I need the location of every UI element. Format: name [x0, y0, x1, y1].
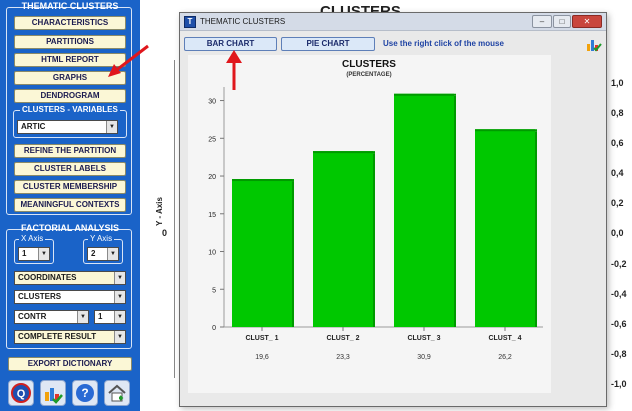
bar-chart-area[interactable]: CLUSTERS (PERCENTAGE) 0 5 10 15 20 25 30 CLUST_ 1…	[188, 55, 551, 393]
background-tick-label: 0,8	[611, 108, 624, 118]
clusters-value: CLUSTERS	[18, 292, 62, 301]
bar-shadow	[292, 181, 294, 327]
cluster-membership-button[interactable]: CLUSTER MEMBERSHIP	[14, 180, 126, 194]
y-axis-select[interactable]: 2 ▼	[87, 247, 119, 261]
x-tick-label: CLUST_ 4	[488, 335, 521, 342]
maximize-button[interactable]: □	[553, 15, 571, 28]
bar-top-edge	[232, 179, 294, 182]
y-tick-label: 10	[208, 250, 216, 257]
x-tick-label: CLUST_ 1	[245, 335, 278, 342]
help-icon[interactable]: ?	[72, 380, 98, 406]
background-tick-label: 0,4	[611, 168, 624, 178]
right-click-hint: Use the right click of the mouse	[383, 39, 504, 48]
bar-top-edge	[313, 151, 375, 154]
bar-top-edge	[394, 93, 456, 96]
clusters-variables-select[interactable]: ARTIC ▼	[17, 120, 118, 134]
coordinates-value: COORDINATES	[18, 273, 77, 282]
y-tick-label: 15	[208, 212, 216, 219]
x-tick-label: CLUST_ 3	[407, 335, 440, 342]
y-tick-label: 5	[212, 287, 216, 294]
bar-shadow	[454, 95, 456, 327]
complete-result-value: COMPLETE RESULT	[18, 332, 97, 341]
data-label: 23,3	[336, 354, 350, 361]
window-title: THEMATIC CLUSTERS	[200, 17, 286, 26]
background-tick-label: 0,0	[611, 228, 624, 238]
pie-chart-button[interactable]: PIE CHART	[281, 37, 375, 51]
chevron-down-icon[interactable]: ▼	[106, 121, 117, 133]
complete-result-select[interactable]: COMPLETE RESULT ▼	[14, 330, 126, 344]
app-icon: T	[184, 16, 196, 28]
x-axis-value: 1	[22, 249, 27, 258]
chevron-down-icon[interactable]: ▼	[114, 291, 125, 303]
background-tick-label: -0,4	[611, 289, 627, 299]
minimize-button[interactable]: –	[532, 15, 552, 28]
q-logo-icon[interactable]: Q	[8, 380, 34, 406]
y-tick-label: 20	[208, 174, 216, 181]
chart-check-icon[interactable]	[40, 380, 66, 406]
bar	[232, 179, 292, 327]
bar	[313, 151, 373, 327]
background-y-axis-label: Y - Axis	[154, 197, 164, 226]
chevron-down-icon[interactable]: ▼	[114, 331, 125, 343]
svg-text:?: ?	[81, 386, 88, 400]
chevron-down-icon[interactable]: ▼	[77, 311, 88, 323]
chart-settings-icon[interactable]	[586, 36, 602, 52]
dendrogram-button[interactable]: DENDROGRAM	[14, 89, 126, 103]
coordinates-select[interactable]: COORDINATES ▼	[14, 271, 126, 285]
factorial-analysis-title: FACTORIAL ANALYSIS	[20, 223, 119, 233]
contr-number-value: 1	[98, 312, 103, 321]
refine-partition-button[interactable]: REFINE THE PARTITION	[14, 144, 126, 158]
x-axis-select[interactable]: 1 ▼	[18, 247, 50, 261]
bar	[475, 129, 535, 327]
background-tick-label: 0,2	[611, 198, 624, 208]
chevron-down-icon[interactable]: ▼	[38, 248, 49, 260]
chevron-down-icon[interactable]: ▼	[114, 272, 125, 284]
clusters-variables-label: CLUSTERS - VARIABLES	[20, 105, 120, 114]
characteristics-button[interactable]: CHARACTERISTICS	[14, 16, 126, 30]
bar-chart: CLUSTERS (PERCENTAGE) 0 5 10 15 20 25 30 CLUST_ 1…	[208, 59, 543, 361]
svg-text:Q: Q	[17, 388, 26, 400]
chevron-down-icon[interactable]: ▼	[114, 311, 125, 323]
background-tick-label: -1,0	[611, 379, 627, 389]
background-tick-label: -0,8	[611, 349, 627, 359]
y-tick-label: 30	[208, 99, 216, 106]
close-button[interactable]: ✕	[572, 15, 602, 28]
contr-value: CONTR	[18, 312, 47, 321]
bar	[394, 93, 454, 327]
y-axis-value: 2	[91, 249, 96, 258]
background-zero-label: 0	[162, 228, 168, 238]
x-axis-label: X Axis	[19, 234, 46, 243]
window-titlebar[interactable]: T THEMATIC CLUSTERS – □ ✕	[180, 13, 606, 31]
bar-shadow	[373, 153, 375, 327]
y-tick-label: 0	[212, 325, 216, 332]
home-icon[interactable]	[104, 380, 130, 406]
y-axis-label: Y Axis	[88, 234, 115, 243]
y-tick-label: 25	[208, 136, 216, 143]
bar-top-edge	[475, 129, 537, 132]
background-tick-label: 1,0	[611, 78, 624, 88]
export-dictionary-button[interactable]: EXPORT DICTIONARY	[8, 357, 132, 371]
meaningful-contexts-button[interactable]: MEANINGFUL CONTEXTS	[14, 198, 126, 212]
x-tick-label: CLUST_ 2	[326, 335, 359, 342]
cluster-labels-button[interactable]: CLUSTER LABELS	[14, 162, 126, 176]
clusters-variables-value: ARTIC	[21, 122, 46, 131]
bar-chart-button[interactable]: BAR CHART	[184, 37, 277, 51]
red-arrow-icon	[226, 50, 242, 90]
data-label: 26,2	[498, 354, 512, 361]
clusters-select[interactable]: CLUSTERS ▼	[14, 290, 126, 304]
red-arrow-icon	[108, 44, 149, 77]
background-tick-label: 0,6	[611, 138, 624, 148]
chevron-down-icon[interactable]: ▼	[107, 248, 118, 260]
bar-shadow	[535, 131, 537, 327]
contr-select[interactable]: CONTR ▼	[14, 310, 89, 324]
data-label: 30,9	[417, 354, 431, 361]
background-axis-line	[174, 60, 175, 378]
chart-subtitle: (PERCENTAGE)	[346, 72, 391, 78]
thematic-clusters-title: THEMATIC CLUSTERS	[21, 1, 119, 11]
background-tick-label: -0,2	[611, 259, 627, 269]
contr-number-select[interactable]: 1 ▼	[94, 310, 126, 324]
background-tick-label: -0,6	[611, 319, 627, 329]
data-label: 19,6	[255, 354, 269, 361]
chart-title: CLUSTERS	[342, 59, 396, 70]
